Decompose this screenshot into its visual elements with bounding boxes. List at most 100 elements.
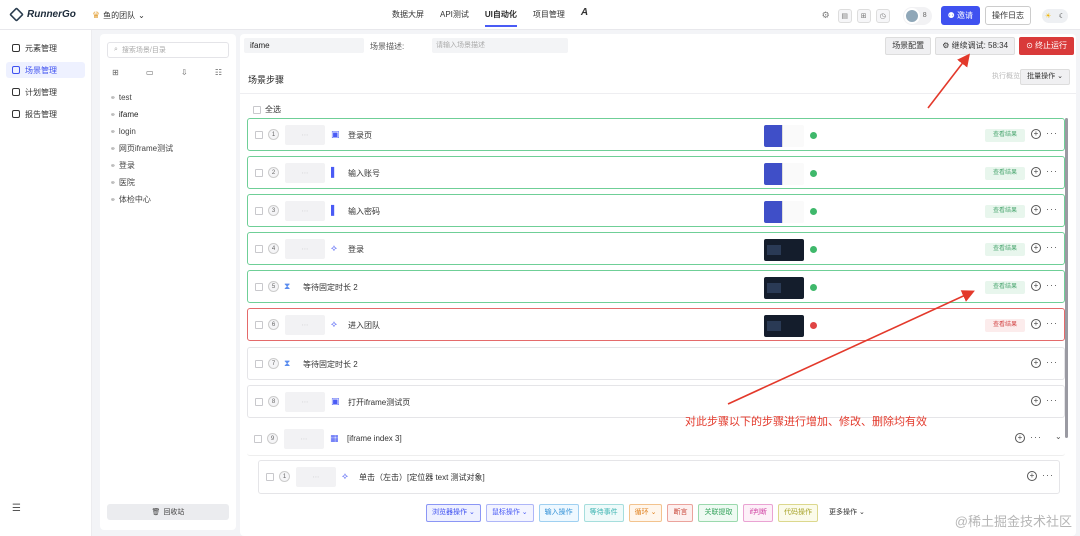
step-checkbox[interactable] (255, 169, 263, 177)
view-result-button[interactable]: 查看结果 (985, 319, 1025, 332)
input-op-button[interactable]: 输入操作 (538, 504, 579, 522)
theme-toggle[interactable]: ☀ ☾ (1042, 8, 1068, 23)
view-result-button[interactable]: 查看结果 (985, 243, 1025, 256)
tree-node[interactable]: ⚭ 医院 (100, 174, 236, 191)
more-icon[interactable]: ··· (1046, 318, 1058, 328)
code-op-button[interactable]: 代码操作 (777, 504, 818, 522)
step-screenshot[interactable] (764, 277, 804, 299)
scene-desc-input[interactable]: 请输入场景描述 (432, 38, 568, 53)
browser-op-button[interactable]: 浏览器操作 ⌄ (426, 504, 481, 522)
add-step-icon[interactable]: + (1031, 319, 1041, 329)
step-row[interactable]: 5 ⧗ 等待固定时长 2 查看结果 + ··· (247, 270, 1065, 303)
recycle-bin-button[interactable]: 🗑 回收站 (107, 504, 229, 520)
more-icon[interactable]: ··· (1046, 357, 1058, 367)
step-row[interactable]: 2 ⋯ ▌ 输入账号 查看结果 + ··· (247, 156, 1065, 189)
add-step-icon[interactable]: + (1031, 243, 1041, 253)
drag-handle[interactable]: ⋯ (285, 239, 325, 259)
extract-button[interactable]: 关联提取 (698, 504, 739, 522)
step-checkbox[interactable] (255, 207, 263, 215)
more-icon[interactable]: ··· (1046, 204, 1058, 214)
tree-node[interactable]: ⚭ 登录 (100, 157, 236, 174)
history-icon[interactable]: ◷ (875, 8, 890, 23)
more-ops-button[interactable]: 更多操作 ⌄ (823, 504, 871, 522)
grid-icon[interactable]: ⊞ (856, 8, 871, 23)
tree-node[interactable]: ⚭ test (100, 89, 236, 106)
step-checkbox[interactable] (255, 245, 263, 253)
scene-config-button[interactable]: 场景配置 (885, 37, 932, 55)
drag-handle[interactable]: ⋯ (285, 125, 325, 145)
sort-icon[interactable]: ☷ (215, 68, 222, 77)
step-row[interactable]: 3 ⋯ ▌ 输入密码 查看结果 + ··· (247, 194, 1065, 227)
add-scene-icon[interactable]: ⊞ (112, 68, 119, 77)
step-checkbox[interactable] (255, 360, 263, 368)
sub-step-row[interactable]: 1 ⋯ ⟡ 单击（左击）[定位器 text 测试对象] + ··· (258, 460, 1060, 494)
nav-project[interactable]: 项目管理 (533, 9, 565, 27)
sidebar-item-plans[interactable]: 计划管理 (6, 84, 85, 100)
assert-button[interactable]: 断言 (667, 504, 694, 522)
drag-handle[interactable]: ⋯ (284, 429, 324, 449)
more-icon[interactable]: ··· (1046, 128, 1058, 138)
view-result-button[interactable]: 查看结果 (985, 205, 1025, 218)
collapse-sidebar-icon[interactable]: ☰ (12, 503, 21, 514)
step-row[interactable]: 6 ⋯ ⟡ 进入团队 查看结果 + ··· (247, 308, 1065, 341)
step-screenshot[interactable] (764, 239, 804, 261)
add-step-icon[interactable]: + (1031, 358, 1041, 368)
sidebar-item-elements[interactable]: 元素管理 (6, 40, 85, 56)
more-icon[interactable]: ··· (1030, 432, 1042, 442)
select-all[interactable]: 全选 (253, 104, 281, 115)
ai-assistant-icon[interactable]: A (581, 7, 588, 27)
exec-overview-button[interactable]: 执行概览 (992, 71, 1020, 81)
step-checkbox[interactable] (255, 283, 263, 291)
add-step-icon[interactable]: + (1027, 471, 1037, 481)
sidebar-item-scenes[interactable]: 场景管理 (6, 62, 85, 78)
step-row[interactable]: 1 ⋯ ▣ 登录页 查看结果 + ··· (247, 118, 1065, 151)
step-row[interactable]: 8 ⋯ ▣ 打开iframe测试页 + ··· (247, 385, 1065, 418)
sidebar-item-reports[interactable]: 报告管理 (6, 106, 85, 122)
drag-handle[interactable]: ⋯ (285, 201, 325, 221)
tree-node[interactable]: ⚭ 网页iframe测试 (100, 140, 236, 157)
member-avatars[interactable]: 8 (902, 6, 932, 25)
scene-name-input[interactable]: ifame (244, 38, 364, 53)
loop-button[interactable]: 循环 ⌄ (628, 504, 663, 522)
team-selector[interactable]: ♛ 鱼的团队 ⌄ (92, 10, 145, 21)
tree-node-selected[interactable]: ⚭ ifame (100, 106, 236, 123)
tree-node[interactable]: ⚭ login (100, 123, 236, 140)
add-step-icon[interactable]: + (1031, 281, 1041, 291)
mouse-op-button[interactable]: 鼠标操作 ⌄ (485, 504, 534, 522)
add-step-icon[interactable]: + (1031, 205, 1041, 215)
batch-operation-button[interactable]: 批量操作 ⌄ (1020, 69, 1070, 85)
drag-handle[interactable]: ⋯ (285, 392, 325, 412)
logo[interactable]: RunnerGo (9, 7, 76, 22)
view-result-button[interactable]: 查看结果 (985, 281, 1025, 294)
step-checkbox[interactable] (254, 435, 262, 443)
more-icon[interactable]: ··· (1046, 242, 1058, 252)
drag-handle[interactable]: ⋯ (296, 467, 336, 487)
continue-debug-button[interactable]: ⚙ 继续调试: 58:34 (935, 37, 1016, 55)
add-step-icon[interactable]: + (1031, 396, 1041, 406)
chevron-down-icon[interactable]: ⌄ (1055, 432, 1062, 441)
step-screenshot[interactable] (764, 201, 804, 223)
doc-icon[interactable]: ▤ (837, 8, 852, 23)
more-icon[interactable]: ··· (1046, 280, 1058, 290)
stop-run-button[interactable]: ⊙ 终止运行 (1019, 37, 1074, 55)
add-step-icon[interactable]: + (1031, 129, 1041, 139)
tree-node[interactable]: ⚭ 体检中心 (100, 191, 236, 208)
step-screenshot[interactable] (764, 125, 804, 147)
step-screenshot[interactable] (764, 163, 804, 185)
scrollbar[interactable] (1065, 118, 1068, 438)
add-step-icon[interactable]: + (1015, 433, 1025, 443)
nav-ui-automation[interactable]: UI自动化 (484, 9, 517, 27)
view-result-button[interactable]: 查看结果 (985, 129, 1025, 142)
step-checkbox[interactable] (255, 131, 263, 139)
operation-log-button[interactable]: 操作日志 (985, 6, 1031, 25)
step-row[interactable]: 7 ⧗ 等待固定时长 2 + ··· (247, 347, 1065, 380)
view-result-button[interactable]: 查看结果 (985, 167, 1025, 180)
step-screenshot[interactable] (764, 315, 804, 337)
more-icon[interactable]: ··· (1046, 166, 1058, 176)
invite-button[interactable]: ⚉ 邀请 (940, 6, 980, 25)
add-step-icon[interactable]: + (1031, 167, 1041, 177)
drag-handle[interactable]: ⋯ (285, 315, 325, 335)
step-row[interactable]: 4 ⋯ ⟡ 登录 查看结果 + ··· (247, 232, 1065, 265)
drag-handle[interactable]: ⋯ (285, 163, 325, 183)
step-checkbox[interactable] (255, 398, 263, 406)
